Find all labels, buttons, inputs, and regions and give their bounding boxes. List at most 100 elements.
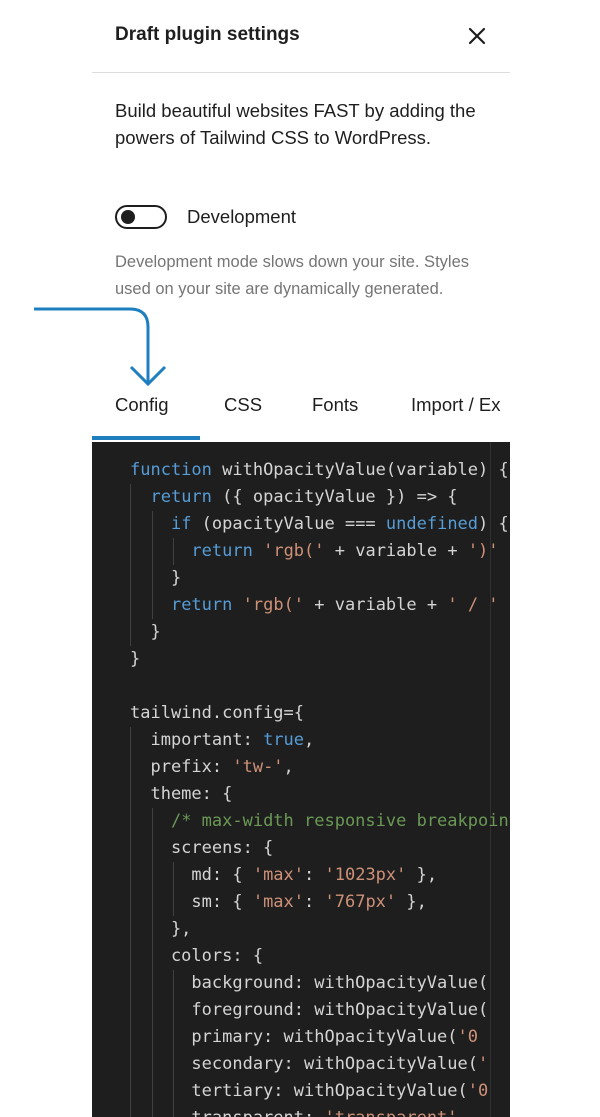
indent-guide xyxy=(130,916,131,943)
indent-guide xyxy=(151,808,153,835)
indent-guide xyxy=(130,835,131,862)
code-line: secondary: withOpacityValue(' xyxy=(130,1051,488,1078)
code-token: 'max' xyxy=(252,892,305,912)
toggle-knob xyxy=(121,210,135,224)
code-token: : xyxy=(304,892,325,912)
code-token: ' / ' xyxy=(447,595,499,615)
code-line: tertiary: withOpacityValue('0 xyxy=(130,1078,488,1105)
indent-guide xyxy=(151,1024,153,1051)
code-token: + variable + xyxy=(324,541,468,561)
indent-guide xyxy=(130,484,131,511)
code-token: } xyxy=(130,622,161,642)
indent-guide xyxy=(173,1105,175,1117)
indent-guide xyxy=(151,889,153,916)
indent-guide xyxy=(130,1051,131,1078)
code-token: transparent: xyxy=(130,1108,324,1117)
code-line: } xyxy=(130,646,140,673)
code-token: '0 xyxy=(457,1027,478,1047)
indent-guide xyxy=(151,916,153,943)
indent-guide xyxy=(130,565,131,592)
code-token: secondary: withOpacityValue( xyxy=(130,1054,478,1074)
code-token: return xyxy=(170,595,233,615)
code-token: theme: { xyxy=(130,784,233,804)
code-token: ({ opacityValue }) => { xyxy=(211,487,458,507)
code-token: + variable + xyxy=(304,595,448,615)
code-token: 'transparent', xyxy=(324,1108,467,1117)
code-line: return 'rgb(' + variable + ' / ' xyxy=(130,592,499,619)
code-token: important: xyxy=(130,730,264,750)
indent-guide xyxy=(130,943,131,970)
code-token: return xyxy=(191,541,253,561)
indent-guide xyxy=(173,1078,175,1105)
tab-fonts[interactable]: Fonts xyxy=(312,394,358,416)
indent-guide xyxy=(151,862,153,889)
plugin-settings-panel: Draft plugin settings Build beautiful we… xyxy=(92,0,510,1117)
development-help-text: Development mode slows down your site. S… xyxy=(115,253,469,298)
code-token: 'tw-' xyxy=(232,757,284,777)
code-line: if (opacityValue === undefined) { xyxy=(130,511,509,538)
development-label: Development xyxy=(187,206,297,227)
code-line: foreground: withOpacityValue( xyxy=(130,997,488,1024)
code-line: prefix: 'tw-', xyxy=(130,754,293,781)
indent-guide xyxy=(130,754,131,781)
code-line: } xyxy=(130,565,181,592)
indent-guide xyxy=(173,889,175,916)
config-code-editor[interactable]: function withOpacityValue(variable) { re… xyxy=(92,442,510,1117)
indent-guide xyxy=(130,970,131,997)
indent-guide xyxy=(130,511,131,538)
code-line: important: true, xyxy=(130,727,314,754)
code-token: }, xyxy=(396,892,427,912)
code-line: theme: { xyxy=(130,781,232,808)
indent-guide xyxy=(130,538,131,565)
code-line: } xyxy=(130,619,161,646)
settings-tabs: Config CSS Fonts Import / Ex xyxy=(92,388,510,442)
code-token: (opacityValue === xyxy=(191,514,386,534)
code-token: ' xyxy=(478,1054,489,1074)
code-token: if xyxy=(170,514,192,534)
indent-guide xyxy=(173,538,175,565)
plugin-description: Build beautiful websites FAST by adding … xyxy=(115,100,476,148)
code-token: , xyxy=(304,730,315,750)
code-token: '0 xyxy=(467,1081,489,1101)
close-button[interactable] xyxy=(462,20,492,52)
code-token: } xyxy=(130,568,182,588)
code-line: /* max-width responsive breakpoints */ xyxy=(130,808,510,835)
indent-guide xyxy=(151,592,153,619)
code-line: primary: withOpacityValue('0 xyxy=(130,1024,478,1051)
indent-guide xyxy=(130,808,131,835)
code-line: md: { 'max': '1023px' }, xyxy=(130,862,437,889)
panel-title: Draft plugin settings xyxy=(115,24,300,45)
code-line: }, xyxy=(130,916,191,943)
indent-guide xyxy=(130,889,131,916)
tab-config[interactable]: Config xyxy=(115,394,168,416)
code-line: background: withOpacityValue( xyxy=(130,970,488,997)
code-line: colors: { xyxy=(130,943,263,970)
code-token: 'max' xyxy=(252,865,305,885)
indent-guide xyxy=(130,592,131,619)
code-token: 'rgb(' xyxy=(263,541,325,561)
development-toggle[interactable] xyxy=(115,205,167,229)
indent-guide xyxy=(151,538,153,565)
code-token: return xyxy=(150,487,212,507)
tab-css[interactable]: CSS xyxy=(224,394,262,416)
code-token: : xyxy=(304,865,325,885)
code-token: ')' xyxy=(467,541,499,561)
indent-guide xyxy=(173,970,175,997)
code-token: }, xyxy=(406,865,438,885)
indent-guide xyxy=(151,1051,153,1078)
code-line: return ({ opacityValue }) => { xyxy=(130,484,458,511)
code-line: sm: { 'max': '767px' }, xyxy=(130,889,427,916)
code-line: tailwind.config={ xyxy=(130,700,304,727)
code-token: /* max-width responsive breakpoints */ xyxy=(170,811,510,831)
indent-guide xyxy=(173,1024,175,1051)
indent-guide xyxy=(173,997,175,1024)
code-token: md: { xyxy=(130,865,253,885)
indent-guide xyxy=(130,619,131,646)
code-line: transparent: 'transparent', xyxy=(130,1105,467,1117)
tab-import-export[interactable]: Import / Ex xyxy=(411,394,500,416)
indent-guide xyxy=(151,565,153,592)
